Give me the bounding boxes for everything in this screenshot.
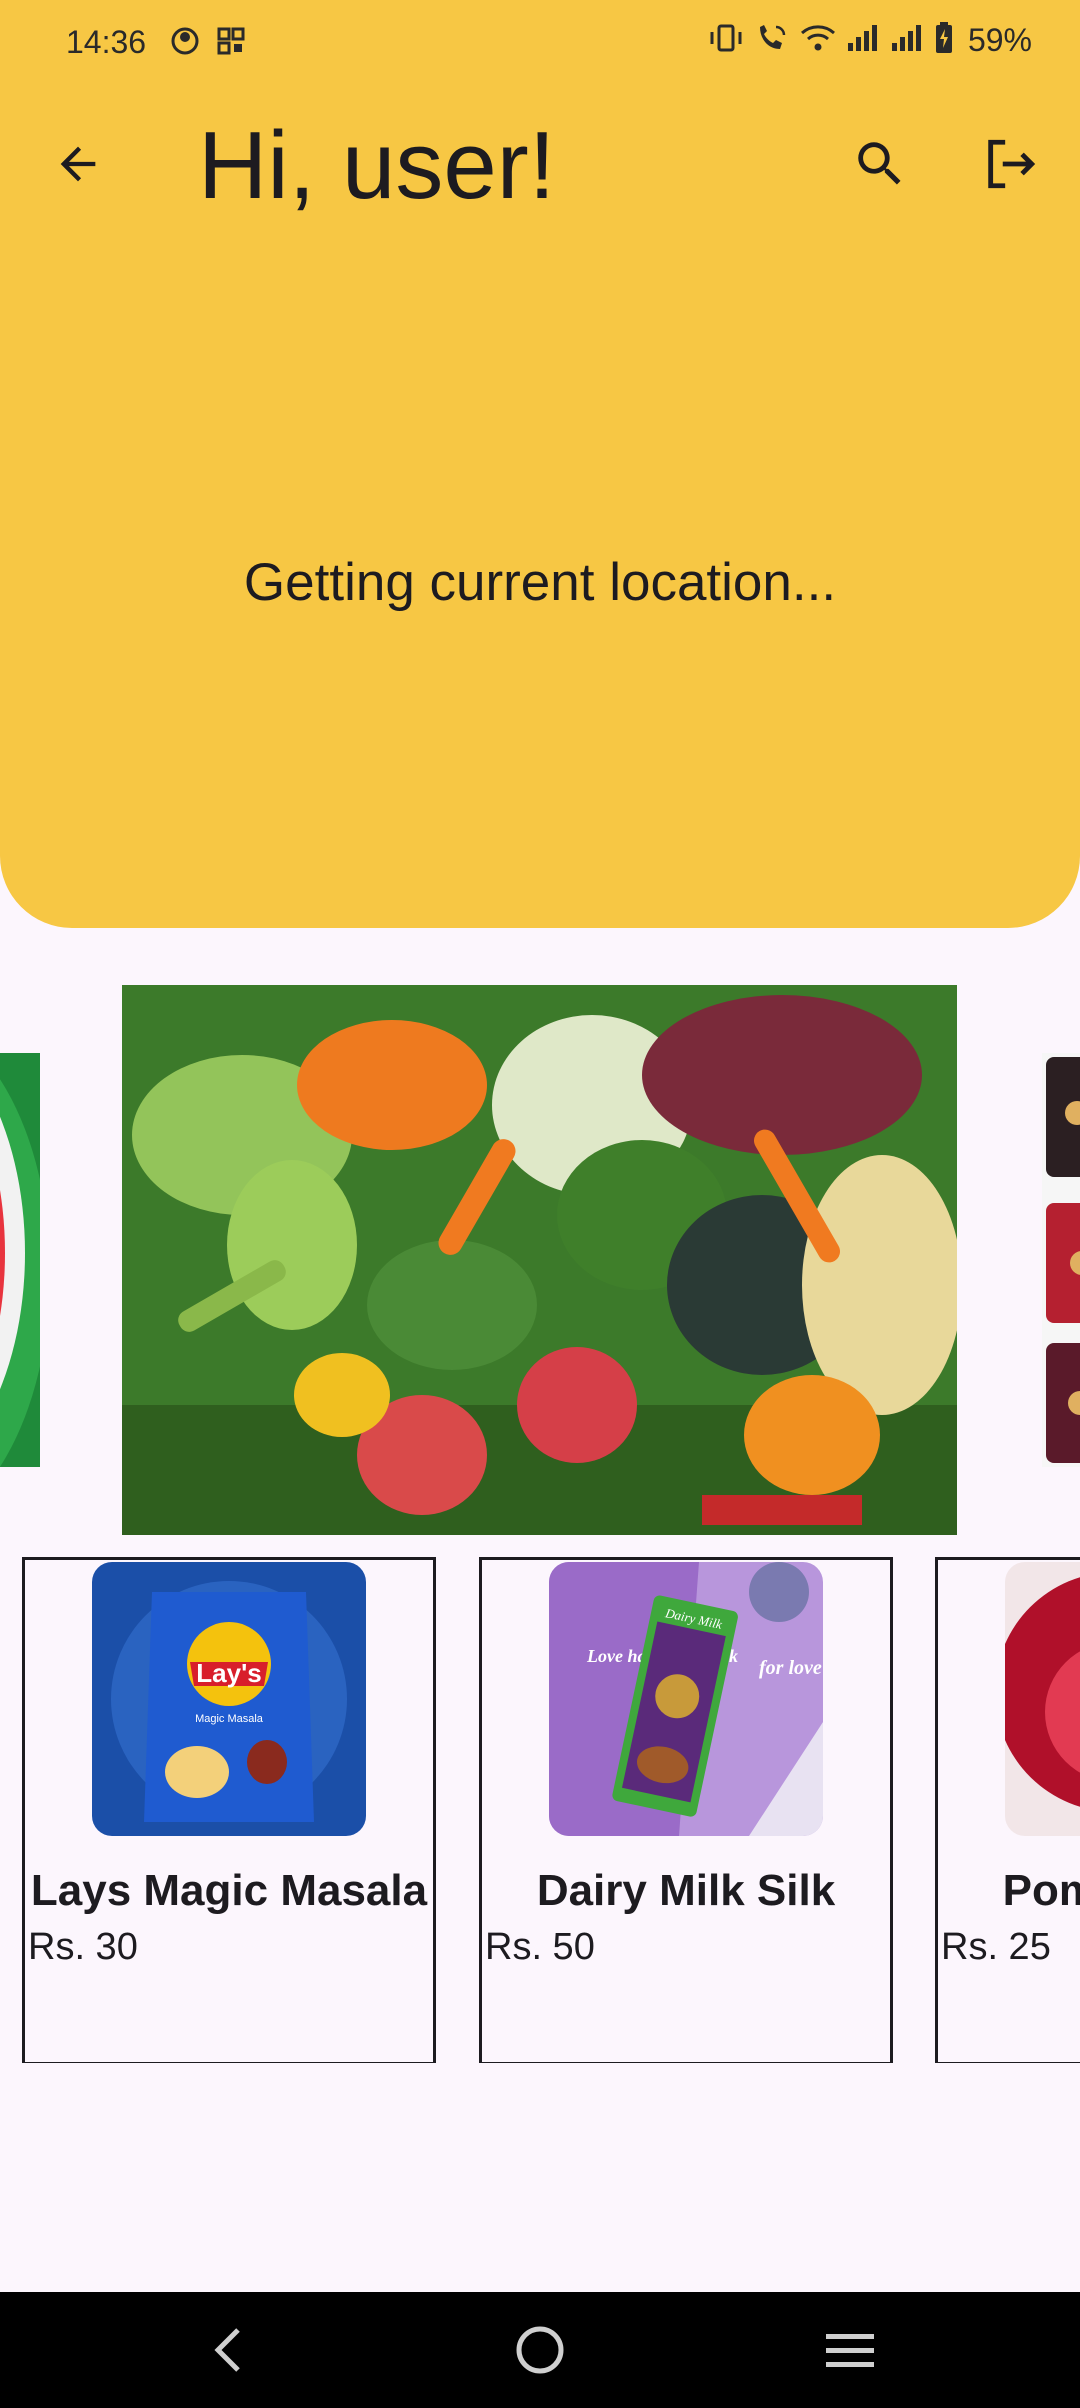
location-status: Getting current location... (243, 553, 837, 612)
carousel-slide-watermelon[interactable] (0, 1053, 40, 1467)
nav-back-icon (214, 2328, 240, 2372)
search-icon (858, 142, 901, 185)
qr-icon (216, 26, 246, 61)
image-carousel[interactable] (0, 985, 1080, 1535)
product-price: Rs. 30 (28, 1926, 138, 1968)
carousel-slide-vegetables[interactable] (122, 985, 957, 1535)
wifi-icon (800, 23, 836, 58)
page-title: Hi, user! (198, 112, 556, 219)
arrow-back-icon (60, 146, 96, 182)
product-name: Lays Magic Masala (30, 1866, 428, 1915)
system-nav-bar (0, 2292, 1080, 2408)
home-icon (516, 2326, 564, 2374)
location-banner: Getting current location... (0, 240, 1080, 928)
search-button[interactable] (846, 130, 914, 198)
product-list: Lay's Magic Masala Lays Magic Masala Rs.… (0, 1557, 1080, 2063)
signal-icon (890, 23, 924, 58)
battery-percent: 59% (967, 22, 1032, 58)
product-image-lays: Lay's Magic Masala (92, 1562, 366, 1836)
product-name: Pomegranate (1002, 1866, 1080, 1915)
product-card[interactable]: Lay's Magic Masala Lays Magic Masala Rs.… (22, 1557, 436, 2063)
nav-recents-button[interactable] (818, 2318, 882, 2382)
logout-button[interactable] (976, 130, 1044, 198)
product-image-silk: Love has a new look Dairy Milk for love (549, 1562, 823, 1836)
wifi-call-icon (754, 23, 790, 58)
product-price: Rs. 50 (485, 1926, 595, 1968)
product-name: Dairy Milk Silk (536, 1866, 836, 1915)
back-button[interactable] (44, 130, 112, 198)
status-bar: 14:36 59% (0, 0, 1080, 88)
product-price: Rs. 25 (941, 1926, 1051, 1968)
vibrate-icon (708, 23, 744, 58)
nav-back-button[interactable] (196, 2318, 260, 2382)
recents-icon (826, 2334, 874, 2367)
carousel-slide-snacks[interactable] (1042, 1053, 1080, 1467)
product-image-pomegranate (1005, 1562, 1080, 1836)
status-time: 14:36 (66, 24, 147, 60)
lays-logo-text: Lay's (196, 1658, 261, 1688)
nav-home-button[interactable] (508, 2318, 572, 2382)
silk-for-love-text: for love (759, 1657, 822, 1679)
signal-icon (846, 23, 880, 58)
lays-flavor-text: Magic Masala (195, 1713, 264, 1725)
product-card[interactable]: Pomegranate Rs. 25 (935, 1557, 1080, 2063)
logout-icon (988, 139, 1036, 189)
app-bar: Hi, user! (0, 88, 1080, 240)
battery-charging-icon (934, 22, 954, 59)
product-card[interactable]: Love has a new look Dairy Milk for love … (479, 1557, 893, 2063)
face-icon (170, 26, 200, 61)
